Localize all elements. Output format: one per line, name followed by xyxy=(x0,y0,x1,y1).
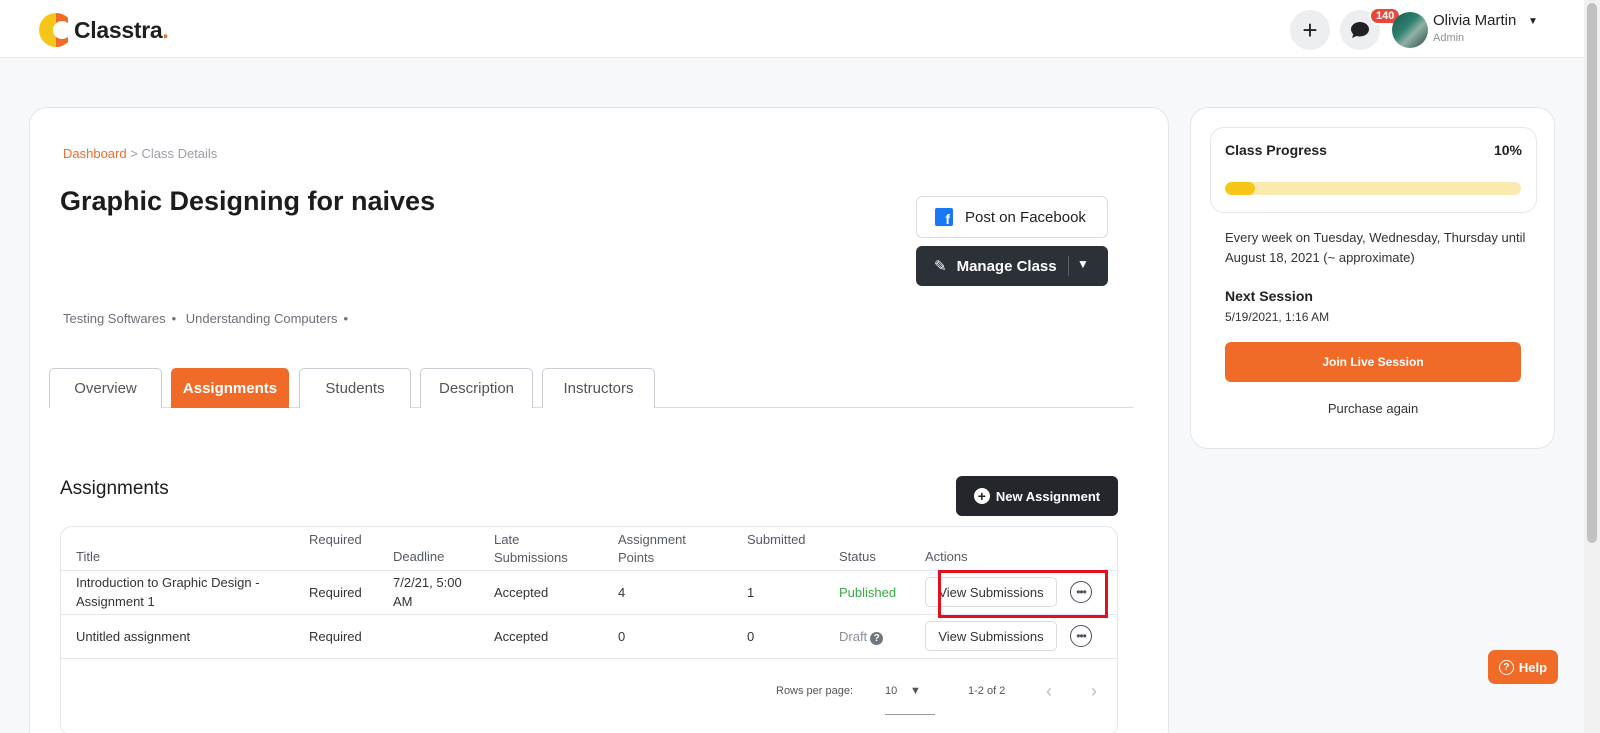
assignment-deadline: 7/2/21, 5:00 AM xyxy=(393,575,462,609)
next-session-time: 5/19/2021, 1:16 AM xyxy=(1225,310,1330,324)
pencil-icon: ✎ xyxy=(934,258,947,275)
assignment-title[interactable]: Untitled assignment xyxy=(76,627,286,646)
tab-description[interactable]: Description xyxy=(420,368,533,408)
classtra-logo[interactable]: Classtra. xyxy=(38,8,169,52)
class-schedule: Every week on Tuesday, Wednesday, Thursd… xyxy=(1225,230,1526,265)
breadcrumb-dashboard-link[interactable]: Dashboard xyxy=(63,146,127,161)
help-button[interactable]: ? Help xyxy=(1488,650,1558,684)
column-header-required: Required xyxy=(309,532,362,547)
assignment-submitted: 1 xyxy=(747,585,755,600)
page-scrollbar[interactable] xyxy=(1584,0,1600,733)
plus-circle-icon: + xyxy=(973,488,990,504)
assignment-late-submissions: Accepted xyxy=(494,629,549,644)
add-button[interactable]: + xyxy=(1290,10,1330,50)
user-name[interactable]: Olivia Martin xyxy=(1433,12,1516,29)
view-submissions-button[interactable]: View Submissions xyxy=(925,621,1057,651)
tab-instructors[interactable]: Instructors xyxy=(542,368,655,408)
status-text: Draft xyxy=(839,629,868,644)
pagination-range: 1-2 of 2 xyxy=(968,685,1006,697)
page-title: Graphic Designing for naives xyxy=(60,186,436,216)
help-label: Help xyxy=(1518,659,1548,675)
column-header-title: Title xyxy=(76,549,101,564)
chevron-down-icon[interactable]: ▼ xyxy=(1077,257,1089,271)
status-badge: Published xyxy=(839,585,897,600)
chat-bubble-icon xyxy=(1351,22,1369,38)
caret-down-icon: ▼ xyxy=(910,685,921,697)
facebook-icon: f xyxy=(935,208,953,226)
column-header-assignment-points: Assignment Points xyxy=(618,532,686,565)
post-on-facebook-label: Post on Facebook xyxy=(965,208,1086,226)
column-header-actions: Actions xyxy=(925,549,968,564)
tab-bar: Overview Assignments Students Descriptio… xyxy=(49,368,1134,408)
logo-mark-icon xyxy=(39,13,68,47)
join-live-session-button[interactable]: Join Live Session xyxy=(1225,342,1521,382)
highlight-box xyxy=(938,570,1108,618)
new-assignment-button[interactable]: + New Assignment xyxy=(956,476,1118,516)
class-progress-label: Class Progress xyxy=(1225,142,1327,158)
pagination-bar: Rows per page: 10 ▼ 1-2 of 2 ‹ › xyxy=(61,658,1117,733)
user-role: Admin xyxy=(1433,32,1465,44)
table-row: Untitled assignment Required Accepted 0 … xyxy=(61,614,1117,658)
tab-assignments[interactable]: Assignments xyxy=(171,368,289,408)
assignment-late-submissions: Accepted xyxy=(494,585,549,600)
assignment-points: 4 xyxy=(618,585,626,600)
rows-per-page-select[interactable]: 10 ▼ xyxy=(885,685,935,715)
assignment-required: Required xyxy=(309,629,362,644)
tab-students[interactable]: Students xyxy=(299,368,411,408)
plus-icon: + xyxy=(1302,14,1318,45)
rows-per-page-label: Rows per page: xyxy=(776,685,854,697)
class-progress-percent: 10% xyxy=(1493,142,1522,158)
rows-per-page-value: 10 xyxy=(885,685,898,697)
class-progress-box: Class Progress 10% xyxy=(1210,127,1537,213)
next-page-icon[interactable]: › xyxy=(1091,681,1097,702)
assignment-submitted: 0 xyxy=(747,629,755,644)
tag-item: Testing Softwares xyxy=(63,311,166,326)
more-options-icon[interactable]: ••• xyxy=(1070,625,1092,647)
manage-class-label: Manage Class xyxy=(956,257,1057,275)
progress-bar xyxy=(1225,182,1521,195)
tag-item: Understanding Computers xyxy=(185,311,338,326)
status-badge: Draft? xyxy=(839,627,884,646)
column-header-status: Status xyxy=(839,549,876,564)
assignment-required: Required xyxy=(309,585,362,600)
question-mark-icon[interactable]: ? xyxy=(870,632,884,645)
top-navigation-bar: Classtra. + 140 Olivia Martin Admin ▼ xyxy=(0,0,1584,58)
divider xyxy=(1068,256,1069,276)
next-session-label: Next Session xyxy=(1225,288,1313,304)
purchase-again-link[interactable]: Purchase again xyxy=(1225,401,1521,416)
post-on-facebook-button[interactable]: f Post on Facebook xyxy=(916,196,1108,238)
breadcrumb: Dashboard > Class Details xyxy=(63,146,217,161)
assignments-section-title: Assignments xyxy=(60,478,169,499)
assignment-points: 0 xyxy=(618,629,626,644)
breadcrumb-separator: > xyxy=(130,146,138,161)
previous-page-icon[interactable]: ‹ xyxy=(1046,681,1052,702)
scrollbar-thumb[interactable] xyxy=(1587,3,1597,543)
column-header-late-submissions: Late Submissions xyxy=(494,532,568,565)
tab-overview[interactable]: Overview xyxy=(49,368,162,408)
class-summary-card: Class Progress 10% Every week on Tuesday… xyxy=(1190,107,1555,449)
class-details-card: Dashboard > Class Details Graphic Design… xyxy=(29,107,1169,733)
breadcrumb-current: Class Details xyxy=(141,146,218,161)
avatar[interactable] xyxy=(1392,12,1428,48)
question-mark-icon: ? xyxy=(1498,659,1514,675)
column-header-submitted: Submitted xyxy=(747,532,806,547)
logo-text: Classtra. xyxy=(74,16,169,43)
column-header-deadline: Deadline xyxy=(393,549,445,564)
manage-class-button[interactable]: ✎ Manage Class ▼ xyxy=(916,246,1108,286)
progress-bar-fill xyxy=(1225,182,1255,195)
assignments-table: Title Required Deadline Late Submissions… xyxy=(60,526,1118,733)
class-tags: Testing Softwares • Understanding Compute… xyxy=(63,311,349,326)
new-assignment-label: New Assignment xyxy=(995,488,1101,504)
assignment-title[interactable]: Introduction to Graphic Design - Assignm… xyxy=(76,573,286,611)
caret-down-icon[interactable]: ▼ xyxy=(1528,16,1538,27)
